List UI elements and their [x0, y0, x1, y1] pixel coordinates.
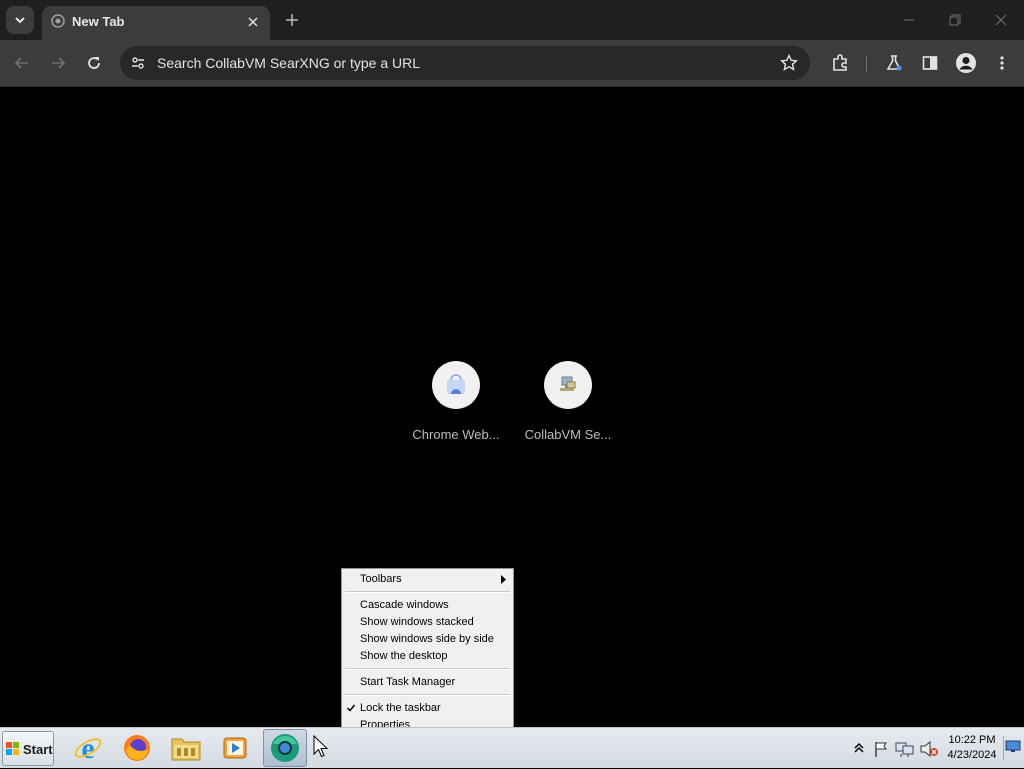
taskbar-chrome[interactable] — [263, 729, 307, 767]
menu-item-cascade-windows[interactable]: Cascade windows — [344, 597, 511, 614]
menu-separator — [345, 591, 510, 593]
side-panel-button[interactable] — [915, 48, 945, 78]
menu-item-toolbars[interactable]: Toolbars — [344, 571, 511, 588]
plus-icon — [286, 14, 298, 26]
menu-item-show-the-desktop[interactable]: Show the desktop — [344, 648, 511, 665]
clock-time: 10:22 PM — [948, 734, 996, 746]
mouse-cursor-icon — [313, 735, 329, 758]
monitor-icon — [1005, 740, 1021, 752]
shortcut-label: Chrome Web... — [412, 427, 500, 442]
browser-toolbar: Search CollabVM SearXNG or type a URL — [0, 40, 1024, 87]
chrome-web-store-icon — [447, 374, 465, 394]
clock[interactable]: 10:22 PM 4/23/2024 — [940, 733, 1004, 763]
close-icon — [995, 14, 1007, 26]
tab-search-button[interactable] — [6, 6, 34, 34]
start-label: Start — [23, 742, 53, 757]
internet-explorer-icon: e — [74, 733, 102, 763]
profile-button[interactable] — [951, 48, 981, 78]
minimize-button[interactable] — [886, 0, 932, 40]
checkmark-icon — [347, 704, 355, 712]
reload-button[interactable] — [79, 48, 109, 78]
close-icon — [248, 17, 258, 27]
forward-button[interactable] — [43, 48, 73, 78]
arrow-right-icon — [52, 57, 66, 69]
menu-item-start-task-manager[interactable]: Start Task Manager — [344, 674, 511, 691]
new-tab-button[interactable] — [280, 8, 304, 32]
tab-title: New Tab — [72, 14, 125, 29]
menu-separator — [345, 668, 510, 670]
arrow-left-icon — [14, 57, 28, 69]
restore-icon — [949, 14, 961, 26]
svg-text:e: e — [81, 733, 94, 763]
menu-item-lock-the-taskbar[interactable]: Lock the taskbar — [344, 700, 511, 717]
toolbar-divider — [866, 55, 867, 72]
tab-new-tab[interactable]: New Tab — [42, 6, 270, 40]
taskbar-firefox[interactable] — [115, 729, 159, 767]
side-panel-icon — [922, 56, 938, 70]
tab-strip: New Tab — [0, 0, 1024, 40]
chrome-icon — [271, 734, 299, 762]
flask-icon — [886, 55, 902, 71]
clock-date: 4/23/2024 — [947, 749, 997, 761]
address-bar[interactable]: Search CollabVM SearXNG or type a URL — [120, 46, 810, 80]
action-center-flag-icon[interactable] — [872, 740, 890, 758]
minimize-icon — [904, 19, 914, 21]
chrome-menu-button[interactable] — [987, 48, 1017, 78]
more-vertical-icon — [1000, 56, 1004, 70]
puzzle-icon — [833, 54, 847, 71]
shortcut-icon-circle — [432, 361, 480, 409]
taskbar-internet-explorer[interactable]: e — [66, 729, 110, 767]
site-info-icon — [132, 57, 144, 69]
star-icon[interactable] — [780, 54, 798, 72]
close-window-button[interactable] — [978, 0, 1024, 40]
submenu-arrow-icon — [501, 575, 506, 584]
show-hidden-icons-button[interactable] — [852, 740, 866, 756]
show-desktop-button[interactable] — [1003, 736, 1021, 760]
shortcut-chrome-web-store[interactable]: Chrome Web... — [406, 361, 506, 451]
volume-muted-icon[interactable] — [919, 740, 939, 758]
back-button[interactable] — [7, 48, 37, 78]
avatar-icon — [956, 53, 976, 73]
chrome-favicon-icon — [51, 14, 65, 28]
start-button[interactable]: Start — [2, 731, 54, 766]
shortcut-icon-circle — [544, 361, 592, 409]
address-bar-placeholder: Search CollabVM SearXNG or type a URL — [157, 55, 420, 71]
network-icon[interactable] — [895, 740, 915, 758]
shortcut-label: CollabVM Se... — [524, 427, 612, 442]
menu-item-show-windows-stacked[interactable]: Show windows stacked — [344, 614, 511, 631]
taskbar-file-explorer[interactable] — [164, 729, 208, 767]
tab-close-button[interactable] — [244, 13, 262, 31]
reload-icon — [88, 57, 100, 69]
chevron-up-icon — [854, 742, 864, 753]
file-explorer-icon — [171, 738, 201, 761]
chevron-down-icon — [15, 17, 25, 24]
labs-button[interactable] — [879, 48, 909, 78]
taskbar-media-player[interactable] — [213, 729, 257, 767]
collabvm-icon — [560, 376, 576, 391]
restore-button[interactable] — [932, 0, 978, 40]
media-player-icon — [223, 737, 247, 759]
firefox-icon — [124, 735, 150, 761]
menu-separator — [345, 694, 510, 696]
shortcut-collabvm-searxng[interactable]: CollabVM Se... — [518, 361, 618, 451]
menu-item-show-windows-side-by-side[interactable]: Show windows side by side — [344, 631, 511, 648]
taskbar-context-menu: Toolbars Cascade windows Show windows st… — [341, 568, 514, 737]
system-tray: 10:22 PM 4/23/2024 — [848, 728, 1024, 769]
taskbar: Start e 10:22 PM 4/23/2024 — [0, 727, 1024, 768]
windows-logo-icon — [6, 742, 19, 755]
extensions-button[interactable] — [825, 48, 855, 78]
